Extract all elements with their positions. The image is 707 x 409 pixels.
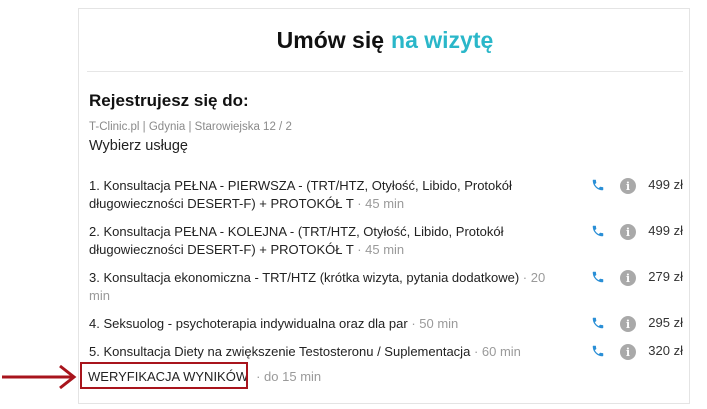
phone-icon[interactable] — [591, 344, 605, 358]
phone-icon[interactable] — [591, 316, 605, 330]
service-item[interactable]: 4. Seksuolog - psychoterapia indywidualn… — [89, 315, 683, 333]
title-accent: na wizytę — [391, 26, 494, 53]
service-duration: · 60 min — [473, 344, 521, 359]
info-icon[interactable]: i — [620, 344, 636, 360]
service-price: 279 zł — [648, 269, 683, 284]
info-icon[interactable]: i — [620, 224, 636, 240]
booking-card: Umów się na wizytę Rejestrujesz się do: … — [78, 8, 690, 404]
service-item[interactable]: 5. Konsultacja Diety na zwiększenie Test… — [89, 343, 683, 361]
phone-icon[interactable] — [591, 224, 605, 238]
verification-duration: · do 15 min — [256, 369, 322, 384]
service-price: 295 zł — [648, 315, 683, 330]
service-name[interactable]: 5. Konsultacja Diety na zwiększenie Test… — [89, 343, 559, 361]
page-title: Umów się na wizytę — [87, 9, 683, 72]
registration-title: Rejestrujesz się do: — [89, 91, 249, 110]
service-duration: · 45 min — [357, 242, 405, 257]
phone-icon[interactable] — [591, 178, 605, 192]
service-price: 499 zł — [648, 223, 683, 238]
clinic-breadcrumb: T-Clinic.pl | Gdynia | Starowiejska 12 /… — [89, 121, 292, 133]
service-price: 499 zł — [648, 177, 683, 192]
service-name[interactable]: 1. Konsultacja PEŁNA - PIERWSZA - (TRT/H… — [89, 177, 559, 213]
arrow-right-icon — [2, 364, 77, 390]
service-item[interactable]: 2. Konsultacja PEŁNA - KOLEJNA - (TRT/HT… — [89, 223, 683, 259]
service-duration: · 45 min — [357, 196, 405, 211]
choose-service-label: Wybierz usługę — [89, 138, 188, 154]
title-main: Umów się — [276, 26, 385, 53]
info-icon[interactable]: i — [620, 316, 636, 332]
highlight-box — [80, 362, 248, 389]
service-name[interactable]: 4. Seksuolog - psychoterapia indywidualn… — [89, 315, 559, 333]
service-name[interactable]: 3. Konsultacja ekonomiczna - TRT/HTZ (kr… — [89, 269, 559, 305]
service-item[interactable]: 3. Konsultacja ekonomiczna - TRT/HTZ (kr… — [89, 269, 683, 305]
service-name[interactable]: 2. Konsultacja PEŁNA - KOLEJNA - (TRT/HT… — [89, 223, 559, 259]
phone-icon[interactable] — [591, 270, 605, 284]
service-price: 320 zł — [648, 343, 683, 358]
info-icon[interactable]: i — [620, 270, 636, 286]
service-item[interactable]: 1. Konsultacja PEŁNA - PIERWSZA - (TRT/H… — [89, 177, 683, 213]
service-duration: · 50 min — [411, 316, 459, 331]
info-icon[interactable]: i — [620, 178, 636, 194]
